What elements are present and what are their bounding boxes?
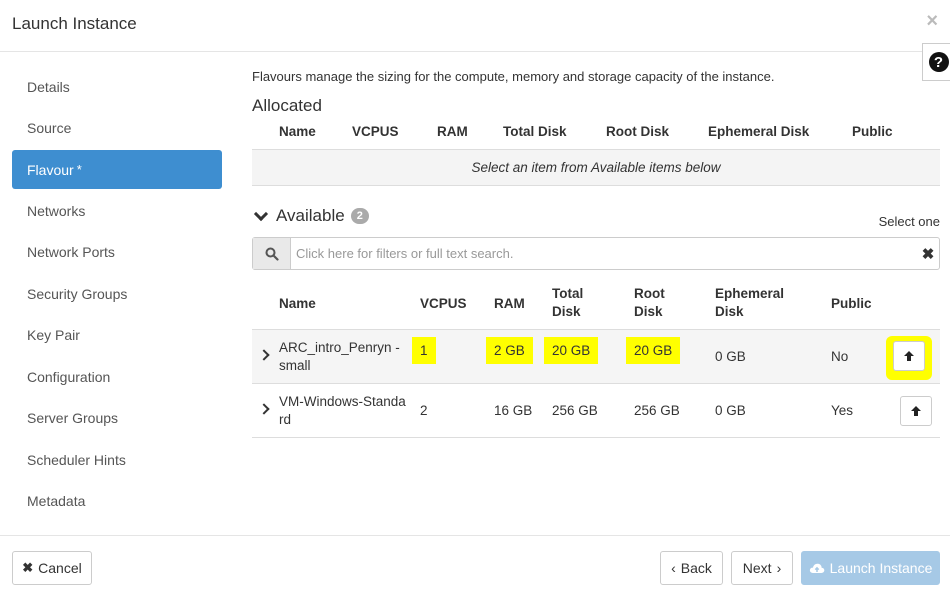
cancel-label: Cancel <box>38 560 82 576</box>
table-row: ARC_intro_Penryn - small 1 2 GB 20 GB 20 … <box>252 330 940 384</box>
sidebar-item-details[interactable]: Details <box>12 66 222 108</box>
available-col-vcpus: VCPUS <box>420 296 467 311</box>
flavour-name: VM-Windows-Standa rd <box>279 394 406 427</box>
sidebar-item-label: Server Groups <box>27 410 119 427</box>
flavour-root-disk: 256 GB <box>634 403 680 418</box>
help-button[interactable]: ? <box>922 43 950 81</box>
dialog-title: Launch Instance <box>12 14 137 33</box>
dialog-footer: ✖ Cancel ‹ Back Next › Launch Instance <box>0 535 950 595</box>
sidebar-item-flavour[interactable]: Flavour * <box>12 150 222 189</box>
available-col-ram: RAM <box>494 296 525 311</box>
dialog-header: Launch Instance × <box>0 0 950 52</box>
sidebar-item-scheduler-hints[interactable]: Scheduler Hints <box>12 439 222 481</box>
allocated-col-public: Public <box>852 124 893 139</box>
sidebar-item-label: Metadata <box>27 493 86 510</box>
highlight-mark: 20 GB <box>626 337 681 364</box>
flavour-public: Yes <box>831 403 854 418</box>
sidebar-item-label: Networks <box>27 202 86 219</box>
sidebar-item-label: Source <box>27 120 72 137</box>
highlight-mark: 2 GB <box>486 337 533 364</box>
select-one-hint: Select one <box>878 214 940 229</box>
launch-label: Launch Instance <box>829 560 933 576</box>
flavour-vcpus: 2 <box>420 403 428 418</box>
next-label: Next <box>742 560 772 576</box>
sidebar-item-label: Security Groups <box>27 285 128 302</box>
flavour-ephemeral-disk: 0 GB <box>715 349 746 364</box>
flavour-ram: 16 GB <box>494 403 533 418</box>
flavour-total-disk: 20 GB <box>544 337 599 364</box>
allocate-button[interactable] <box>900 396 932 426</box>
sidebar-item-key-pair[interactable]: Key Pair <box>12 315 222 357</box>
sidebar-item-network-ports[interactable]: Network Ports <box>12 232 222 274</box>
flavour-ram: 2 GB <box>486 337 533 364</box>
help-icon: ? <box>928 52 949 72</box>
allocated-heading: Allocated <box>252 96 322 115</box>
arrow-up-icon <box>911 406 921 416</box>
flavour-total-disk: 256 GB <box>552 403 598 418</box>
clear-search-icon[interactable]: ✖ <box>917 238 939 269</box>
arrow-up-icon <box>904 351 914 361</box>
launch-instance-button[interactable]: Launch Instance <box>801 551 940 585</box>
panel-description: Flavours manage the sizing for the compu… <box>252 69 775 84</box>
allocated-col-name: Name <box>279 124 316 139</box>
next-button[interactable]: Next › <box>731 551 793 585</box>
available-table-header: Name VCPUS RAM Total Disk Root Disk Epheme… <box>252 280 940 330</box>
allocated-col-vcpus: VCPUS <box>352 124 399 139</box>
allocated-col-ram: RAM <box>437 124 468 139</box>
sidebar-item-metadata[interactable]: Metadata <box>12 481 222 523</box>
allocated-empty-message: Select an item from Available items belo… <box>252 149 940 186</box>
cloud-upload-icon <box>809 563 824 573</box>
search-bar: ✖ <box>252 237 940 270</box>
wizard-sidebar: Details Source Flavour * Networks Network… <box>12 66 222 522</box>
sidebar-item-server-groups[interactable]: Server Groups <box>12 398 222 440</box>
search-input[interactable] <box>291 238 917 269</box>
sidebar-item-source[interactable]: Source <box>12 108 222 150</box>
sidebar-item-security-groups[interactable]: Security Groups <box>12 273 222 315</box>
required-mark: * <box>76 162 82 177</box>
sidebar-item-configuration[interactable]: Configuration <box>12 356 222 398</box>
chevron-right-icon[interactable] <box>258 349 270 361</box>
allocated-col-root-disk: Root Disk <box>606 124 670 139</box>
chevron-right-icon[interactable] <box>258 403 270 415</box>
available-heading: Available <box>276 206 345 225</box>
sidebar-item-label: Scheduler Hints <box>27 451 126 468</box>
allocate-button[interactable] <box>893 341 925 371</box>
allocated-col-ephemeral-disk: Ephemeral Disk <box>708 124 810 139</box>
close-icon: ✖ <box>22 560 34 575</box>
sidebar-item-label: Network Ports <box>27 244 115 261</box>
flavour-root-disk: 20 GB <box>626 337 681 364</box>
chevron-left-icon: ‹ <box>671 560 676 576</box>
close-icon[interactable]: × <box>926 10 938 33</box>
available-col-name: Name <box>279 296 316 311</box>
available-toggle[interactable]: Available 2 <box>252 206 369 226</box>
chevron-right-icon: › <box>776 560 782 576</box>
sidebar-item-label: Key Pair <box>27 327 80 344</box>
available-col-root-disk: Root Disk <box>634 286 665 319</box>
back-button[interactable]: ‹ Back <box>660 551 723 585</box>
chevron-down-icon <box>253 206 269 222</box>
highlight-mark: 20 GB <box>544 337 599 364</box>
flavour-ephemeral-disk: 0 GB <box>715 403 746 418</box>
available-col-total-disk: Total Disk <box>552 286 584 319</box>
cancel-button[interactable]: ✖ Cancel <box>12 551 92 585</box>
sidebar-item-label: Configuration <box>27 368 111 385</box>
flavour-vcpus: 1 <box>412 337 436 364</box>
back-label: Back <box>680 560 712 576</box>
table-row: VM-Windows-Standa rd 2 16 GB 256 GB 256 G… <box>252 384 940 438</box>
flavour-name: ARC_intro_Penryn - small <box>279 340 400 373</box>
available-col-public: Public <box>831 296 872 311</box>
available-count-badge: 2 <box>350 208 369 224</box>
highlight-mark: 1 <box>412 337 436 364</box>
sidebar-item-label: Flavour <box>27 161 74 178</box>
available-col-ephemeral-disk: Ephemeral Disk <box>715 286 785 319</box>
sidebar-item-label: Details <box>27 78 70 95</box>
search-icon[interactable] <box>253 238 291 269</box>
flavour-public: No <box>831 349 849 364</box>
allocated-col-total-disk: Total Disk <box>503 124 567 139</box>
sidebar-item-networks[interactable]: Networks <box>12 190 222 232</box>
